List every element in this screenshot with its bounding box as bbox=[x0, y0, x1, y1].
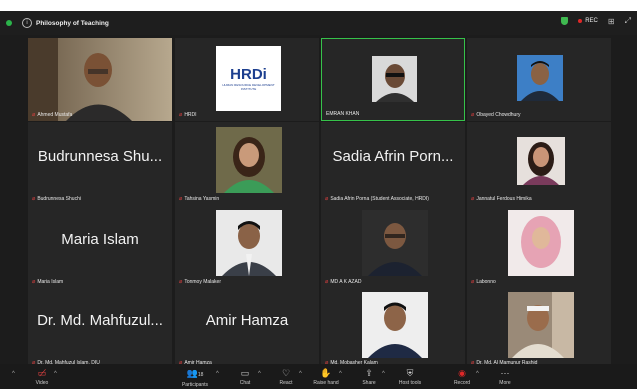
participant-tile-labonno[interactable]: ⌀ Labonno bbox=[467, 205, 611, 288]
raise-hand-button[interactable]: ✋ Raise hand bbox=[306, 367, 346, 387]
host-tools-button[interactable]: ⛨ Host tools bbox=[390, 367, 430, 387]
participant-tile-dr-md-al-mamunur-rashid[interactable]: ⌀ Dr. Md. Al Mamunur Rashid bbox=[467, 286, 611, 369]
participant-video bbox=[508, 292, 574, 358]
participant-tile-tahsina-yasmin[interactable]: ⌀ Tahsina Yasmin bbox=[175, 122, 319, 205]
mic-muted-icon: ⌀ bbox=[32, 279, 36, 285]
participant-name: EMRAN KHAN bbox=[326, 111, 360, 117]
participant-tile-budrunnesa-shuchi[interactable]: Budrunnesa Shu... ⌀ Budrunnesa Shuchi bbox=[28, 122, 172, 205]
participant-name: ⌀ Jannatul Ferdous Himika bbox=[471, 196, 532, 202]
meeting-toolbar: ^ ▭̸ Video ^ 👥18 Participants ^ ▭ Chat ^… bbox=[0, 364, 637, 389]
participant-tile-jannatul-ferdous-himika[interactable]: ⌀ Jannatul Ferdous Himika bbox=[467, 122, 611, 205]
react-button[interactable]: ♡ React bbox=[266, 367, 306, 387]
more-icon: ⋯ bbox=[500, 368, 510, 378]
participant-video bbox=[216, 210, 282, 276]
audio-options-caret[interactable]: ^ bbox=[12, 371, 15, 377]
participant-name: ⌀ Labonno bbox=[471, 279, 496, 285]
video-button[interactable]: ▭̸ Video bbox=[22, 367, 62, 387]
participant-display-name: Sadia Afrin Porn... bbox=[332, 148, 454, 165]
mic-muted-icon: ⌀ bbox=[179, 279, 183, 285]
share-button[interactable]: ⇪ Share bbox=[349, 367, 389, 387]
record-options-caret[interactable]: ^ bbox=[476, 371, 479, 377]
share-options-caret[interactable]: ^ bbox=[382, 371, 385, 377]
mic-muted-icon: ⌀ bbox=[471, 196, 475, 202]
recording-indicator[interactable]: REC bbox=[578, 18, 598, 24]
participant-name: ⌀ HRDI bbox=[179, 112, 197, 118]
participant-name: ⌀ Maria Islam bbox=[32, 279, 64, 285]
mic-muted-icon: ⌀ bbox=[32, 196, 36, 202]
encryption-shield-icon[interactable] bbox=[561, 17, 569, 25]
window-status-dot bbox=[6, 20, 12, 26]
participant-name: ⌀ Sadia Afrin Porna (Student Associate, H… bbox=[325, 196, 429, 202]
record-dot-icon bbox=[578, 19, 583, 23]
participant-video bbox=[216, 127, 282, 193]
participant-name: ⌀ Tonmoy Malaker bbox=[179, 279, 221, 285]
rec-label: REC bbox=[585, 18, 598, 24]
mic-muted-icon: ⌀ bbox=[471, 279, 475, 285]
participant-video bbox=[372, 56, 417, 102]
video-options-caret[interactable]: ^ bbox=[54, 371, 57, 377]
participant-video bbox=[517, 55, 563, 101]
mic-muted-icon: ⌀ bbox=[179, 112, 183, 118]
participants-options-caret[interactable]: ^ bbox=[216, 371, 219, 377]
mic-muted-icon: ⌀ bbox=[179, 196, 183, 202]
chat-options-caret[interactable]: ^ bbox=[258, 371, 261, 377]
participant-display-name: Maria Islam bbox=[61, 231, 139, 248]
mic-muted-icon: ⌀ bbox=[471, 112, 475, 118]
participant-tile-md-a-k-azad[interactable]: ⌀ MD A K AZAD bbox=[321, 205, 465, 288]
participant-video bbox=[362, 210, 428, 276]
meeting-title: Philosophy of Teaching bbox=[36, 19, 109, 27]
fullscreen-icon[interactable]: ⤢ bbox=[625, 16, 631, 26]
shield-icon: ⛨ bbox=[406, 368, 414, 378]
participant-tile-ahmed-mustafa[interactable]: ⌀ Ahmed Mustafa bbox=[28, 38, 172, 121]
participant-tile-md-mobasher-kalam[interactable]: ⌀ Md. Mobasher Kalam bbox=[321, 286, 465, 369]
participant-tile-hrdi[interactable]: HRDi HUMAN RESOURCE DEVELOPMENT INSTITUT… bbox=[175, 38, 319, 121]
participants-icon: 👥 bbox=[186, 368, 198, 378]
meeting-info-icon[interactable]: i bbox=[22, 18, 32, 28]
participant-tile-amir-hamza[interactable]: Amir Hamza ⌀ Amir Hamza bbox=[175, 286, 319, 369]
participant-name: ⌀ Ahmed Mustafa bbox=[32, 112, 73, 118]
participant-video bbox=[28, 38, 172, 121]
participant-name: ⌀ MD A K AZAD bbox=[325, 279, 362, 285]
participant-video bbox=[508, 210, 574, 276]
participant-tile-dr-md-mahfuzul-islam[interactable]: Dr. Md. Mahfuzul... ⌀ Dr. Md. Mahfuzul Is… bbox=[28, 286, 172, 369]
mic-muted-icon: ⌀ bbox=[325, 196, 329, 202]
participant-video bbox=[362, 292, 428, 358]
react-options-caret[interactable]: ^ bbox=[299, 371, 302, 377]
participant-name: ⌀ Tahsina Yasmin bbox=[179, 196, 220, 202]
participant-name: ⌀ Budrunnesa Shuchi bbox=[32, 196, 81, 202]
participant-tile-emran-khan[interactable]: EMRAN KHAN bbox=[321, 38, 465, 121]
view-options-icon[interactable]: ⊞ bbox=[608, 17, 615, 26]
participant-tile-obayed-chowdhury[interactable]: ⌀ Obayed Chowdhury bbox=[467, 38, 611, 121]
title-bar: i Philosophy of Teaching REC ⊞ ⤢ bbox=[0, 11, 637, 35]
participant-tile-maria-islam[interactable]: Maria Islam ⌀ Maria Islam bbox=[28, 205, 172, 288]
mic-muted-icon: ⌀ bbox=[32, 112, 36, 118]
participants-button[interactable]: 👥18 Participants bbox=[175, 367, 215, 389]
participant-display-name: Amir Hamza bbox=[205, 312, 289, 329]
participant-tile-sadia-afrin-porna[interactable]: Sadia Afrin Porn... ⌀ Sadia Afrin Porna (… bbox=[321, 122, 465, 205]
participant-tile-tonmoy-malaker[interactable]: ⌀ Tonmoy Malaker bbox=[175, 205, 319, 288]
participant-name: ⌀ Obayed Chowdhury bbox=[471, 112, 521, 118]
participant-display-name: Dr. Md. Mahfuzul... bbox=[37, 312, 163, 329]
participant-display-name: Budrunnesa Shu... bbox=[37, 148, 163, 165]
participant-video bbox=[517, 137, 565, 185]
raise-hand-options-caret[interactable]: ^ bbox=[339, 371, 342, 377]
hrdi-logo: HRDi HUMAN RESOURCE DEVELOPMENT INSTITUT… bbox=[216, 46, 281, 111]
record-button[interactable]: ◉ Record bbox=[442, 367, 482, 387]
more-button[interactable]: ⋯ More bbox=[485, 367, 525, 387]
mic-muted-icon: ⌀ bbox=[325, 279, 329, 285]
chat-button[interactable]: ▭ Chat bbox=[225, 367, 265, 387]
